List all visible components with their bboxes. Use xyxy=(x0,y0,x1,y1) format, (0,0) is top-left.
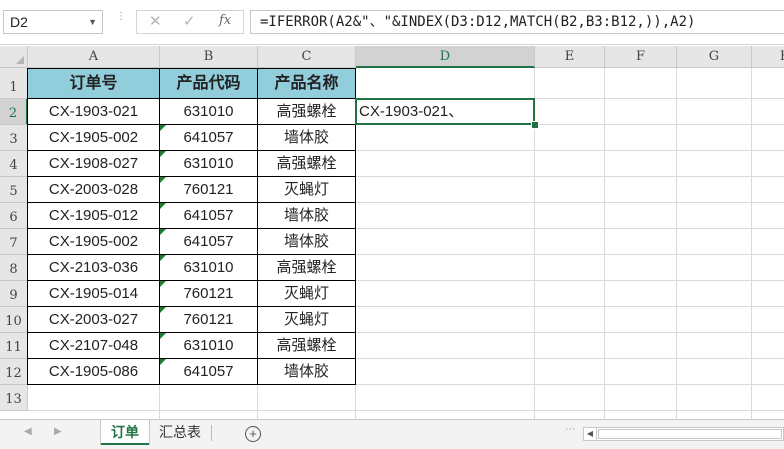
error-indicator-icon xyxy=(160,151,166,157)
row-header-4[interactable]: 4 xyxy=(0,151,28,177)
row-header-10[interactable]: 10 xyxy=(0,307,28,333)
table-cell[interactable]: 641057 xyxy=(160,125,258,151)
table-cell[interactable]: 760121 xyxy=(160,177,258,203)
row-header-1[interactable]: 1 xyxy=(0,68,28,99)
splitter-handle-icon[interactable]: ⋮ xyxy=(564,424,575,434)
formula-bar: D2 ▼ ⋮ ✕ ✓ fx =IFERROR(A2&"、"&INDEX(D3:D… xyxy=(0,0,784,46)
sheet-tab-bar: ◀ ▶ 订单 汇总表 + ⋮ ◀ xyxy=(0,419,784,449)
scroll-tabs-right-icon[interactable]: ▶ xyxy=(54,426,62,437)
cancel-icon[interactable]: ✕ xyxy=(149,12,162,30)
gridline-col xyxy=(751,68,752,419)
column-header-e[interactable]: E xyxy=(535,46,605,68)
divider xyxy=(211,425,212,441)
worksheet-grid[interactable]: ABCDEFGH 12345678910111213 订单号产品代码产品名称CX… xyxy=(0,46,784,419)
column-header-f[interactable]: F xyxy=(605,46,677,68)
column-header-c[interactable]: C xyxy=(258,46,356,68)
enter-icon[interactable]: ✓ xyxy=(183,12,196,30)
table-cell[interactable]: 760121 xyxy=(160,281,258,307)
row-header-13[interactable]: 13 xyxy=(0,385,28,411)
table-cell[interactable]: CX-1905-002 xyxy=(27,125,160,151)
row-header-8[interactable]: 8 xyxy=(0,255,28,281)
drag-handle-icon[interactable]: ⋮ xyxy=(116,12,126,30)
formula-buttons: ✕ ✓ fx xyxy=(136,10,244,34)
chevron-down-icon[interactable]: ▼ xyxy=(88,11,97,33)
column-header-h[interactable]: H xyxy=(752,46,784,68)
table-cell[interactable]: 高强螺栓 xyxy=(258,151,356,177)
table-cell[interactable]: 灭蝇灯 xyxy=(258,177,356,203)
row-header-11[interactable]: 11 xyxy=(0,333,28,359)
row-header-12[interactable]: 12 xyxy=(0,359,28,385)
gridline-col xyxy=(676,68,677,419)
table-cell[interactable]: 631010 xyxy=(160,255,258,281)
table-header-cell[interactable]: 产品名称 xyxy=(258,68,356,99)
horizontal-scrollbar[interactable]: ◀ xyxy=(583,427,784,441)
table-cell[interactable]: CX-1908-027 xyxy=(27,151,160,177)
cell-d2[interactable]: CX-1903-021、 xyxy=(356,99,535,125)
row-header-6[interactable]: 6 xyxy=(0,203,28,229)
error-indicator-icon xyxy=(160,359,166,365)
table-cell[interactable]: 641057 xyxy=(160,203,258,229)
table-cell[interactable]: CX-1905-002 xyxy=(27,229,160,255)
table-cell[interactable]: CX-1903-021 xyxy=(27,99,160,125)
table-cell[interactable]: 631010 xyxy=(160,333,258,359)
table-header-cell[interactable]: 订单号 xyxy=(27,68,160,99)
table-cell[interactable]: 631010 xyxy=(160,151,258,177)
error-indicator-icon xyxy=(160,281,166,287)
error-indicator-icon xyxy=(160,255,166,261)
add-sheet-icon[interactable]: + xyxy=(245,426,261,442)
divider xyxy=(0,44,784,45)
gridline-col xyxy=(604,68,605,419)
scroll-left-icon[interactable]: ◀ xyxy=(584,428,597,440)
table-cell[interactable]: CX-2103-036 xyxy=(27,255,160,281)
row-header-7[interactable]: 7 xyxy=(0,229,28,255)
select-all-button[interactable] xyxy=(0,46,28,68)
table-cell[interactable]: CX-1905-086 xyxy=(27,359,160,385)
error-indicator-icon xyxy=(160,307,166,313)
table-cell[interactable]: 高强螺栓 xyxy=(258,255,356,281)
row-header-9[interactable]: 9 xyxy=(0,281,28,307)
sheet-tab[interactable]: 汇总表 xyxy=(150,420,210,445)
error-indicator-icon xyxy=(160,125,166,131)
name-box[interactable]: D2 ▼ xyxy=(3,10,103,34)
error-indicator-icon xyxy=(160,333,166,339)
column-header-a[interactable]: A xyxy=(28,46,160,68)
name-box-value: D2 xyxy=(10,14,28,30)
column-header-b[interactable]: B xyxy=(160,46,258,68)
table-cell[interactable]: 760121 xyxy=(160,307,258,333)
table-header-cell[interactable]: 产品代码 xyxy=(160,68,258,99)
table-cell[interactable]: 高强螺栓 xyxy=(258,333,356,359)
table-cell[interactable]: CX-2107-048 xyxy=(27,333,160,359)
table-cell[interactable]: 墙体胶 xyxy=(258,229,356,255)
error-indicator-icon xyxy=(160,177,166,183)
table-cell[interactable]: 高强螺栓 xyxy=(258,99,356,125)
table-cell[interactable]: 墙体胶 xyxy=(258,125,356,151)
table-cell[interactable]: 墙体胶 xyxy=(258,359,356,385)
formula-input[interactable]: =IFERROR(A2&"、"&INDEX(D3:D12,MATCH(B2,B3… xyxy=(250,10,784,34)
table-cell[interactable]: CX-2003-028 xyxy=(27,177,160,203)
error-indicator-icon xyxy=(160,203,166,209)
column-header-d[interactable]: D xyxy=(356,46,535,68)
row-header-3[interactable]: 3 xyxy=(0,125,28,151)
error-indicator-icon xyxy=(160,229,166,235)
insert-function-icon[interactable]: fx xyxy=(219,13,231,28)
table-cell[interactable]: 墙体胶 xyxy=(258,203,356,229)
column-header-g[interactable]: G xyxy=(677,46,752,68)
row-header-5[interactable]: 5 xyxy=(0,177,28,203)
scroll-tabs-left-icon[interactable]: ◀ xyxy=(24,426,32,437)
row-header-2[interactable]: 2 xyxy=(0,99,28,125)
table-cell[interactable]: 灭蝇灯 xyxy=(258,307,356,333)
fill-handle[interactable] xyxy=(531,121,539,129)
table-cell[interactable]: 641057 xyxy=(160,229,258,255)
table-cell[interactable]: 641057 xyxy=(160,359,258,385)
table-cell[interactable]: CX-2003-027 xyxy=(27,307,160,333)
gridline-row xyxy=(28,410,784,411)
scrollbar-thumb[interactable] xyxy=(598,429,782,439)
sheet-tab-active[interactable]: 订单 xyxy=(101,420,149,445)
table-cell[interactable]: 灭蝇灯 xyxy=(258,281,356,307)
table-cell[interactable]: 631010 xyxy=(160,99,258,125)
table-cell[interactable]: CX-1905-014 xyxy=(27,281,160,307)
table-cell[interactable]: CX-1905-012 xyxy=(27,203,160,229)
